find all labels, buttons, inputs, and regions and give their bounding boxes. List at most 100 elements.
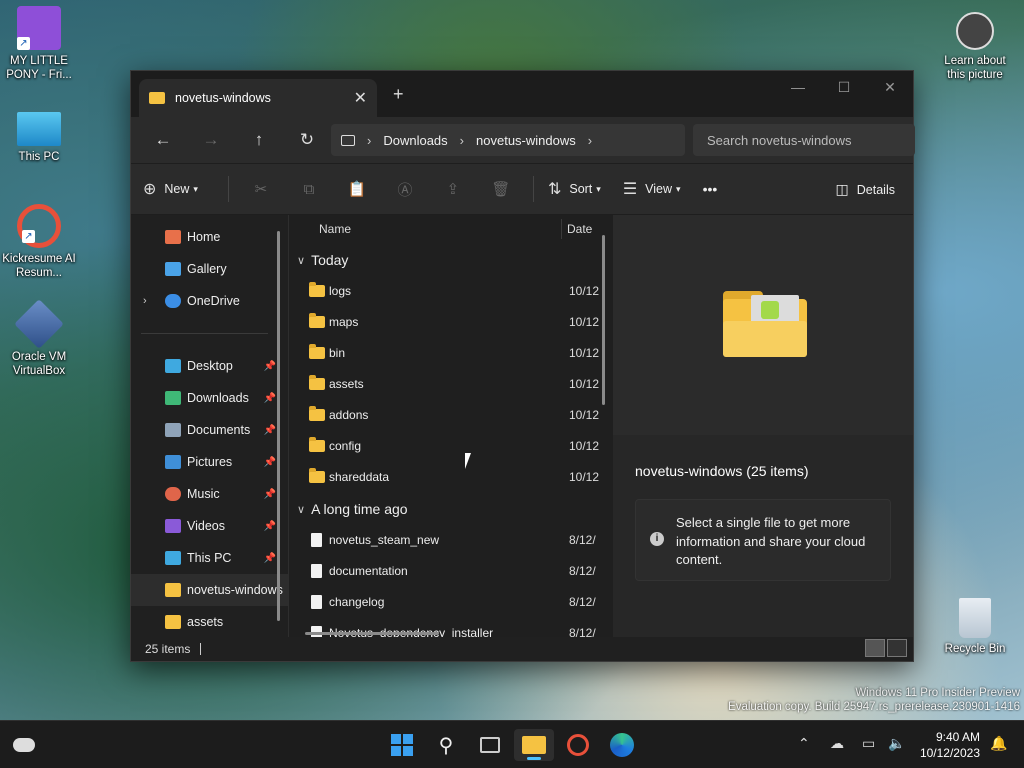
chevron-right-icon[interactable]: › <box>143 295 147 307</box>
address-bar[interactable]: › Downloads › novetus-windows › <box>331 124 685 156</box>
pin-icon[interactable]: 📌 <box>264 393 276 404</box>
sidebar-item-pictures[interactable]: Pictures 📌 <box>131 446 288 478</box>
group-label: Today <box>311 252 349 268</box>
file-date: 10/12 <box>569 314 600 329</box>
new-tab-button[interactable]: + <box>393 84 404 105</box>
list-item[interactable]: documentation 8/12/ <box>289 555 613 586</box>
list-item[interactable]: maps 10/12 <box>289 306 613 337</box>
desktop-icon-this-pc[interactable]: This PC <box>0 108 78 164</box>
pin-icon[interactable]: 📌 <box>264 553 276 564</box>
list-item[interactable]: logs 10/12 <box>289 275 613 306</box>
watermark-line: Evaluation copy. Build 25947.rs_prerelea… <box>728 701 1020 713</box>
clock[interactable]: 9:40 AM 10/12/2023 <box>920 729 980 761</box>
close-window-button[interactable]: ✕ <box>867 71 913 103</box>
widgets-icon[interactable] <box>4 729 44 761</box>
breadcrumb-downloads[interactable]: Downloads <box>383 133 447 148</box>
desktop-icon-virtualbox[interactable]: Oracle VM VirtualBox <box>0 299 78 378</box>
pin-icon[interactable]: 📌 <box>264 521 276 532</box>
sidebar-item-gallery[interactable]: Gallery <box>131 253 288 285</box>
details-view-icon[interactable] <box>865 639 885 657</box>
pin-icon[interactable]: 📌 <box>264 457 276 468</box>
chevron-down-icon: ▾ <box>193 183 198 194</box>
large-icons-view-icon[interactable] <box>887 639 907 657</box>
volume-icon[interactable]: 🔈 <box>888 735 905 752</box>
search-input[interactable]: Search novetus-windows <box>693 124 915 156</box>
list-item[interactable]: addons 10/12 <box>289 399 613 430</box>
sidebar-item-documents[interactable]: Documents 📌 <box>131 414 288 446</box>
up-button[interactable]: ↑ <box>235 130 283 150</box>
breadcrumb-novetus-windows[interactable]: novetus-windows <box>476 133 576 148</box>
file-explorer-taskbar-button[interactable] <box>514 729 554 761</box>
tab-novetus-windows[interactable]: novetus-windows ✕ <box>139 79 377 117</box>
group-header-long-time-ago[interactable]: ∨ A long time ago <box>289 494 613 524</box>
details-button[interactable]: ◫ Details <box>836 181 895 198</box>
shortcut-arrow-icon: ↗ <box>17 37 30 50</box>
list-item[interactable]: changelog 8/12/ <box>289 586 613 617</box>
delete-icon[interactable]: 🗑 <box>477 180 525 198</box>
maximize-button[interactable]: ☐ <box>821 71 867 103</box>
pin-icon[interactable]: 📌 <box>264 361 276 372</box>
list-item[interactable]: shareddata 10/12 <box>289 461 613 492</box>
rename-icon[interactable]: Ⓐ <box>381 179 429 200</box>
sidebar-item-videos[interactable]: Videos 📌 <box>131 510 288 542</box>
chevron-up-icon[interactable]: ⌃ <box>798 735 810 752</box>
onedrive-icon[interactable]: ☁ <box>830 735 844 752</box>
forward-button[interactable]: → <box>187 130 235 150</box>
sidebar-item-home[interactable]: Home <box>131 221 288 253</box>
group-header-today[interactable]: ∨ Today <box>289 245 613 275</box>
sidebar-item-this-pc[interactable]: This PC 📌 <box>131 542 288 574</box>
sidebar-item-downloads[interactable]: Downloads 📌 <box>131 382 288 414</box>
edge-taskbar-button[interactable] <box>602 729 642 761</box>
network-icon[interactable]: ▭ <box>862 735 875 752</box>
paste-icon[interactable]: 📋 <box>333 180 381 198</box>
sort-button[interactable]: ⇅ Sort ▾ <box>548 179 601 199</box>
info-icon: i <box>650 532 664 546</box>
details-pane: novetus-windows (25 items) i Select a si… <box>613 215 913 637</box>
see-more-button[interactable]: ••• <box>703 181 718 197</box>
back-button[interactable]: ← <box>139 130 187 150</box>
share-icon[interactable]: ⇪ <box>429 180 477 198</box>
start-button[interactable] <box>382 729 422 761</box>
pin-icon[interactable]: 📌 <box>264 489 276 500</box>
status-divider <box>200 643 202 655</box>
sidebar-item-desktop[interactable]: Desktop 📌 <box>131 350 288 382</box>
column-divider[interactable] <box>561 219 562 239</box>
desktop-icon-recycle-bin[interactable]: Recycle Bin <box>936 598 1014 656</box>
column-name[interactable]: Name <box>319 222 351 236</box>
list-item[interactable]: novetus_steam_new 8/12/ <box>289 524 613 555</box>
close-tab-icon[interactable]: ✕ <box>354 88 367 108</box>
desktop-icon-kickresume[interactable]: ↗ Kickresume AI Resum... <box>0 204 78 280</box>
view-button[interactable]: ☰ View ▾ <box>623 179 681 199</box>
sidebar-item-music[interactable]: Music 📌 <box>131 478 288 510</box>
list-item[interactable]: assets 10/12 <box>289 368 613 399</box>
task-view-button[interactable] <box>470 729 510 761</box>
list-item[interactable]: bin 10/12 <box>289 337 613 368</box>
notification-bell-icon[interactable]: 🔔 <box>990 735 1007 752</box>
sidebar-item-onedrive[interactable]: › OneDrive <box>131 285 288 317</box>
kickresume-icon <box>567 734 589 756</box>
sidebar-item-assets[interactable]: assets <box>131 606 288 637</box>
desktop-icon-learn-picture[interactable]: Learn about this picture <box>936 12 1014 82</box>
minimize-button[interactable]: — <box>775 71 821 103</box>
app-icon: ↗ <box>17 6 61 50</box>
search-button[interactable]: ⚲ <box>426 729 466 761</box>
refresh-button[interactable]: ↻ <box>283 130 331 150</box>
list-item[interactable]: config 10/12 <box>289 430 613 461</box>
file-date: 10/12 <box>569 438 600 453</box>
new-button[interactable]: ⊕ New ▾ <box>143 179 198 199</box>
file-list-horizontal-scrollbar[interactable] <box>305 632 439 635</box>
sidebar-item-novetus-windows[interactable]: novetus-windows <box>131 574 288 606</box>
sidebar-item-label: Home <box>187 230 221 244</box>
chevron-right-icon[interactable]: › <box>588 133 592 148</box>
desktop-icon-mlp[interactable]: ↗ MY LITTLE PONY - Fri... <box>0 6 78 82</box>
kickresume-taskbar-button[interactable] <box>558 729 598 761</box>
cut-icon[interactable]: ✂ <box>237 180 285 198</box>
task-view-icon <box>480 737 500 753</box>
column-date[interactable]: Date <box>567 222 592 236</box>
copy-icon[interactable]: ⧉ <box>285 181 333 198</box>
clock-time: 9:40 AM <box>935 730 980 744</box>
sidebar-scrollbar[interactable] <box>277 231 280 621</box>
file-list-vertical-scrollbar[interactable] <box>602 235 605 405</box>
chevron-down-icon: ∨ <box>297 254 306 267</box>
pin-icon[interactable]: 📌 <box>264 425 276 436</box>
